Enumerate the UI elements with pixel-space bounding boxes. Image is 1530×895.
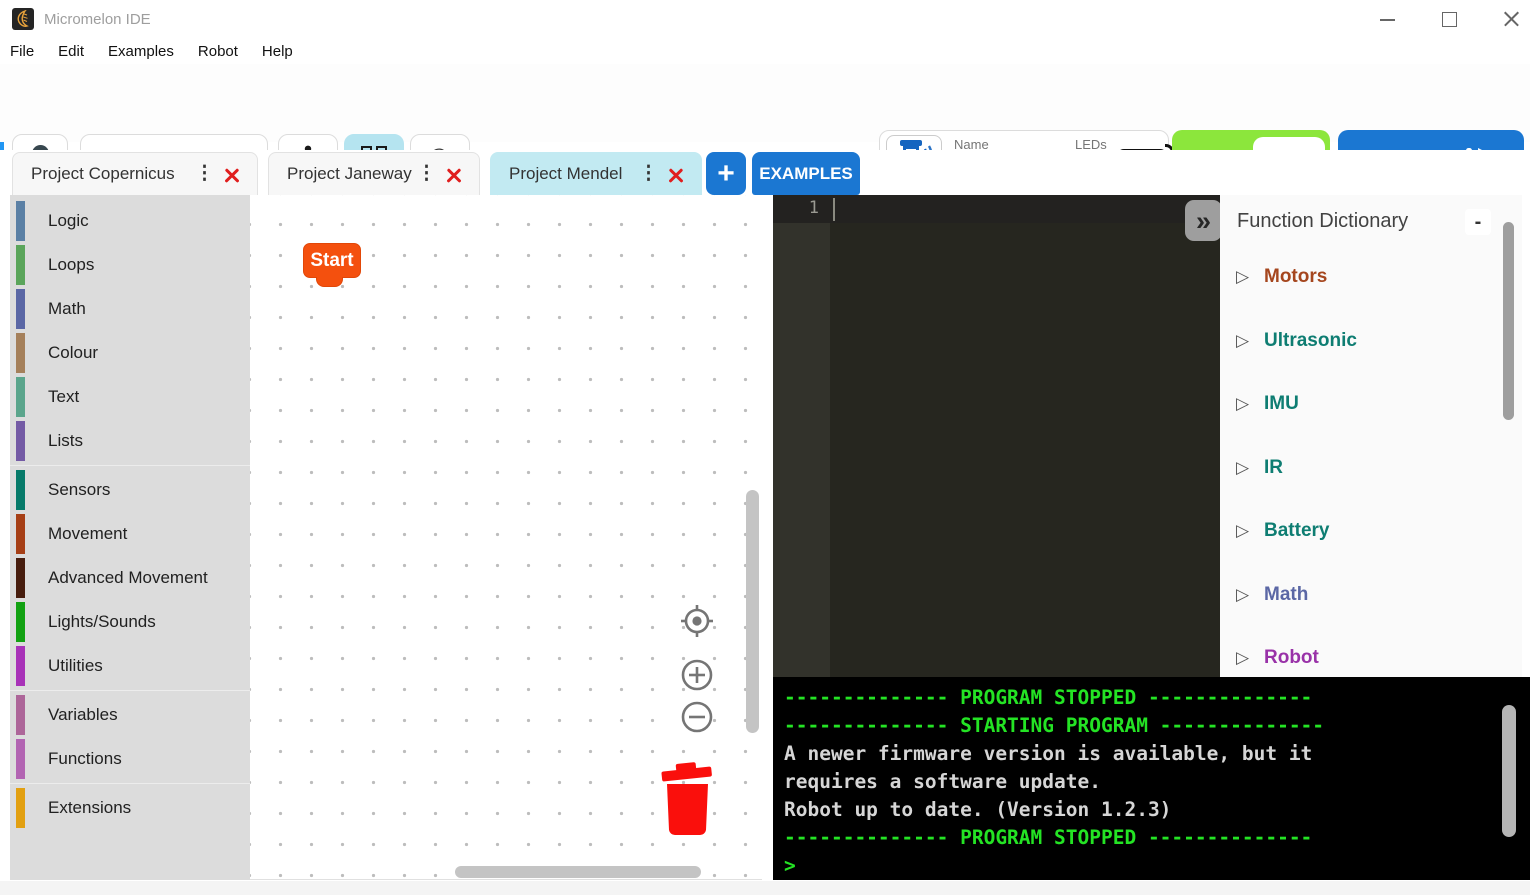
tab-project-mendel[interactable]: Project Mendel ⋮ bbox=[490, 152, 702, 195]
category-movement[interactable]: Movement bbox=[10, 512, 250, 556]
text-cursor bbox=[833, 198, 835, 221]
window-bottom-edge bbox=[0, 881, 1530, 895]
robot-console[interactable]: -------------- PROGRAM STOPPED ---------… bbox=[773, 677, 1530, 880]
title-bar: Micromelon IDE bbox=[0, 0, 1530, 38]
toolbar: Mac BLOCK MIXED a TEXT bbox=[0, 64, 1530, 142]
category-separator bbox=[10, 690, 250, 691]
micromelon-ide-window: Micromelon IDE File Edit Examples Robot … bbox=[0, 0, 1530, 895]
category-sensors[interactable]: Sensors bbox=[10, 468, 250, 512]
collapse-editor-button[interactable]: » bbox=[1185, 200, 1222, 241]
editor-gutter bbox=[773, 223, 830, 677]
console-line: A newer firmware version is available, b… bbox=[784, 740, 1530, 768]
code-editor[interactable]: 1 » bbox=[773, 195, 1220, 677]
menu-robot[interactable]: Robot bbox=[198, 43, 238, 60]
block-category-sidebar: Logic Loops Math Colour Text Lists Senso… bbox=[10, 195, 250, 880]
window-title: Micromelon IDE bbox=[44, 11, 151, 28]
dict-item-ultrasonic[interactable]: ▷Ultrasonic bbox=[1220, 326, 1522, 360]
category-lists[interactable]: Lists bbox=[10, 419, 250, 463]
expand-arrow-icon: ▷ bbox=[1236, 585, 1249, 605]
category-separator bbox=[10, 783, 250, 784]
block-connector bbox=[316, 277, 343, 287]
console-line: -------------- PROGRAM STOPPED ---------… bbox=[784, 824, 1530, 852]
block-workspace[interactable]: Start bbox=[250, 195, 762, 880]
panel-gap bbox=[1522, 195, 1530, 677]
console-line: Robot up to date. (Version 1.2.3) bbox=[784, 796, 1530, 824]
examples-button[interactable]: EXAMPLES bbox=[752, 152, 860, 195]
category-variables[interactable]: Variables bbox=[10, 693, 250, 737]
workspace-horizontal-scrollbar[interactable] bbox=[455, 866, 701, 878]
active-line-highlight bbox=[773, 195, 1220, 223]
category-functions[interactable]: Functions bbox=[10, 737, 250, 781]
workspace-zoom-controls bbox=[679, 603, 719, 743]
function-dictionary-panel: Function Dictionary - ▷Motors ▷Ultrasoni… bbox=[1220, 195, 1522, 677]
tab-project-janeway[interactable]: Project Janeway ⋮ bbox=[268, 152, 480, 195]
menu-file[interactable]: File bbox=[10, 43, 34, 60]
dictionary-scrollbar[interactable] bbox=[1503, 222, 1514, 420]
menu-examples[interactable]: Examples bbox=[108, 43, 174, 60]
dict-item-math[interactable]: ▷Math bbox=[1220, 580, 1522, 614]
dict-item-ir[interactable]: ▷IR bbox=[1220, 453, 1522, 487]
category-separator bbox=[10, 465, 250, 466]
expand-arrow-icon: ▷ bbox=[1236, 521, 1249, 541]
tab-project-copernicus[interactable]: Project Copernicus ⋮ bbox=[12, 152, 258, 195]
category-loops[interactable]: Loops bbox=[10, 243, 250, 287]
zoom-out-icon bbox=[683, 703, 711, 731]
recenter-icon bbox=[681, 605, 713, 637]
expand-arrow-icon: ▷ bbox=[1236, 331, 1249, 351]
menu-bar: File Edit Examples Robot Help bbox=[0, 38, 1530, 64]
trash-icon[interactable] bbox=[655, 757, 719, 837]
tab-menu-icon[interactable]: ⋮ bbox=[417, 162, 435, 188]
maximize-button[interactable] bbox=[1434, 8, 1464, 32]
console-line: -------------- STARTING PROGRAM --------… bbox=[784, 712, 1530, 740]
expand-arrow-icon: ▷ bbox=[1236, 458, 1249, 478]
category-lights-sounds[interactable]: Lights/Sounds bbox=[10, 600, 250, 644]
tab-bar: Project Copernicus ⋮ Project Janeway ⋮ P… bbox=[0, 150, 1530, 195]
dict-item-imu[interactable]: ▷IMU bbox=[1220, 389, 1522, 423]
expand-arrow-icon: ▷ bbox=[1236, 267, 1249, 287]
menu-edit[interactable]: Edit bbox=[58, 43, 84, 60]
app-logo-icon bbox=[12, 8, 34, 30]
dict-item-robot[interactable]: ▷Robot bbox=[1220, 643, 1522, 677]
add-tab-button[interactable]: + bbox=[706, 152, 746, 195]
panel-title: Function Dictionary bbox=[1237, 210, 1408, 233]
start-block[interactable]: Start bbox=[303, 243, 361, 278]
menu-help[interactable]: Help bbox=[262, 43, 293, 60]
close-button[interactable] bbox=[1496, 8, 1526, 32]
category-extensions[interactable]: Extensions bbox=[10, 786, 250, 830]
workspace-vertical-scrollbar[interactable] bbox=[746, 490, 759, 733]
category-colour[interactable]: Colour bbox=[10, 331, 250, 375]
console-scrollbar[interactable] bbox=[1502, 705, 1516, 837]
zoom-in-icon bbox=[683, 661, 711, 689]
category-logic[interactable]: Logic bbox=[10, 199, 250, 243]
tab-close-icon[interactable] bbox=[223, 166, 241, 184]
console-prompt[interactable]: > bbox=[784, 852, 1530, 880]
expand-arrow-icon: ▷ bbox=[1236, 648, 1249, 668]
dict-item-motors[interactable]: ▷Motors bbox=[1220, 262, 1522, 296]
dict-item-battery[interactable]: ▷Battery bbox=[1220, 516, 1522, 550]
category-advanced-movement[interactable]: Advanced Movement bbox=[10, 556, 250, 600]
tab-menu-icon[interactable]: ⋮ bbox=[195, 162, 213, 188]
minimize-button[interactable] bbox=[1372, 8, 1402, 32]
tab-close-icon[interactable] bbox=[445, 166, 463, 184]
category-text[interactable]: Text bbox=[10, 375, 250, 419]
collapse-panel-button[interactable]: - bbox=[1465, 209, 1491, 235]
tab-close-icon[interactable] bbox=[667, 166, 685, 184]
category-math[interactable]: Math bbox=[10, 287, 250, 331]
line-number: 1 bbox=[773, 198, 819, 218]
expand-arrow-icon: ▷ bbox=[1236, 394, 1249, 414]
category-utilities[interactable]: Utilities bbox=[10, 644, 250, 688]
console-line: -------------- PROGRAM STOPPED ---------… bbox=[784, 684, 1530, 712]
console-line: requires a software update. bbox=[784, 768, 1530, 796]
tab-menu-icon[interactable]: ⋮ bbox=[639, 162, 657, 188]
